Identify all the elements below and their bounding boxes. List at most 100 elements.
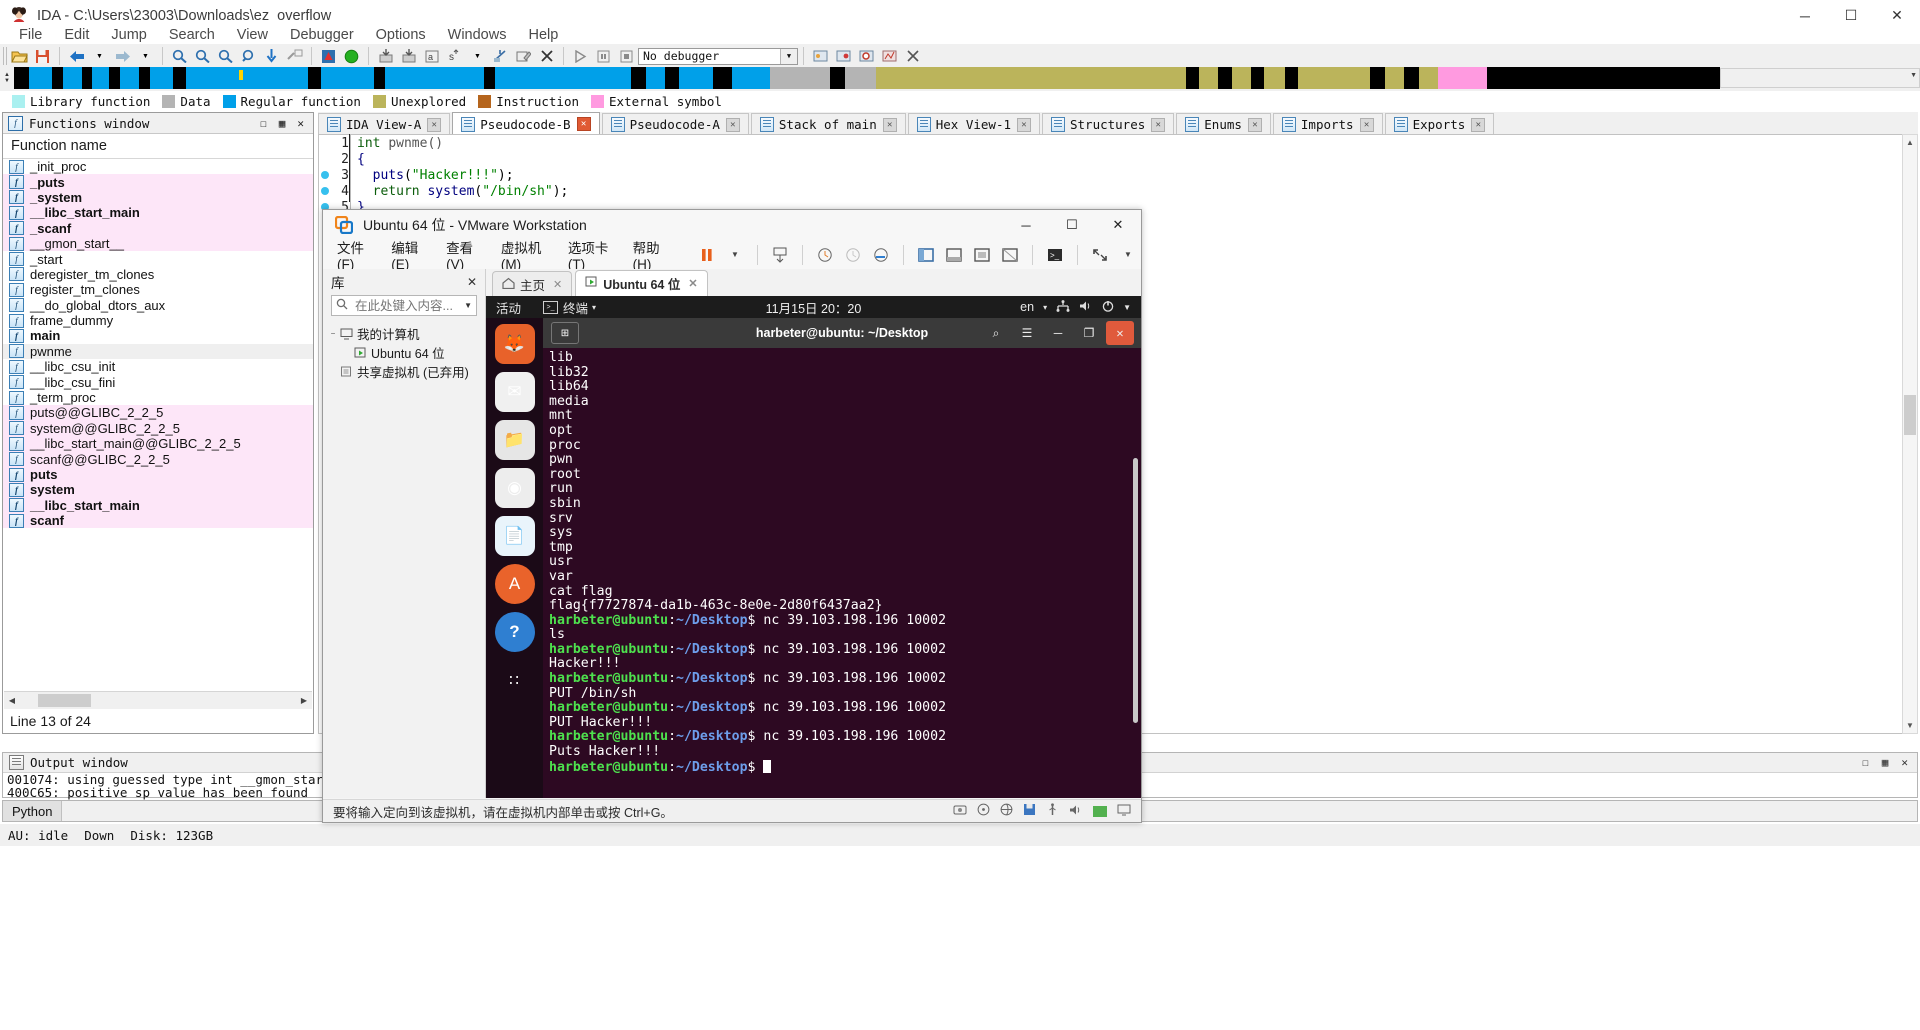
fullscreen-dropdown-icon[interactable]: ▼ xyxy=(1115,244,1141,266)
function-list-item[interactable]: f _init_proc xyxy=(3,159,313,174)
back-arrow-icon[interactable] xyxy=(66,46,87,66)
menu-item-windows[interactable]: Windows xyxy=(437,25,518,45)
navigator-overview[interactable]: ▼ xyxy=(1720,68,1920,88)
search-text-icon[interactable] xyxy=(192,46,213,66)
terminal-output[interactable]: lib lib32 lib64 media mnt opt proc pwn root run sb… xyxy=(543,348,1141,798)
function-list-item[interactable]: f __libc_start_main xyxy=(3,497,313,513)
search-next-icon[interactable] xyxy=(238,46,259,66)
menu-item-search[interactable]: Search xyxy=(158,25,226,45)
make-string-dropdown-icon[interactable]: ▼ xyxy=(467,46,488,66)
rhythmbox-icon[interactable]: ◉ xyxy=(494,468,535,508)
activities-button[interactable]: 活动 xyxy=(496,298,521,317)
python-tab[interactable]: Python xyxy=(3,801,63,821)
revert-snapshot-icon[interactable] xyxy=(840,244,866,266)
scroll-up-icon[interactable]: ▲ xyxy=(1903,135,1917,150)
float-icon[interactable]: ▦ xyxy=(1882,756,1889,769)
vm-menu-item[interactable]: 帮助(H) xyxy=(633,237,668,272)
menu-item-help[interactable]: Help xyxy=(517,25,569,45)
library-tree-item[interactable]: Ubuntu 64 位 xyxy=(323,343,485,362)
sound-icon[interactable] xyxy=(1069,804,1083,819)
ida-tab-pseudocode-a[interactable]: Pseudocode-A ✕ xyxy=(601,113,749,135)
navigator-strip[interactable] xyxy=(14,67,1720,89)
warning-icon[interactable] xyxy=(318,46,339,66)
back-dropdown-icon[interactable]: ▼ xyxy=(89,46,110,66)
vm-menu-item[interactable]: 查看(V) xyxy=(446,237,481,272)
library-close-icon[interactable]: ✕ xyxy=(467,275,477,289)
display-icon[interactable] xyxy=(1117,804,1131,819)
function-list-item[interactable]: f system@@GLIBC_2_2_5 xyxy=(3,420,313,437)
chevron-down-icon[interactable]: ▼ xyxy=(1910,72,1917,79)
search-icon[interactable]: ⌕ xyxy=(982,321,1010,345)
library-tree-item[interactable]: − 我的计算机 xyxy=(323,324,485,343)
clear-trace-icon[interactable] xyxy=(902,46,923,66)
function-list[interactable]: f _init_proc f _puts f _system f __libc_start_m… xyxy=(3,159,313,694)
function-list-item[interactable]: f puts xyxy=(3,466,313,483)
function-list-item[interactable]: f pwnme xyxy=(3,343,313,360)
chevron-down-icon[interactable]: ▼ xyxy=(464,301,472,310)
menu-item-jump[interactable]: Jump xyxy=(100,25,157,45)
pause-dropdown-icon[interactable]: ▼ xyxy=(722,244,748,266)
firefox-icon[interactable]: 🦊 xyxy=(494,324,535,364)
files-icon[interactable]: 📁 xyxy=(494,420,535,460)
debug-pause-icon[interactable] xyxy=(593,46,614,66)
tracing-icon[interactable] xyxy=(879,46,900,66)
ida-tab-imports[interactable]: Imports ✕ xyxy=(1272,113,1383,135)
menu-item-options[interactable]: Options xyxy=(365,25,437,45)
function-list-item[interactable]: f _system xyxy=(3,189,313,206)
library-search-input[interactable] xyxy=(353,297,457,314)
jump-down-icon[interactable] xyxy=(261,46,282,66)
vm-tab[interactable]: 主页 ✕ xyxy=(492,271,573,296)
network-icon[interactable] xyxy=(1056,299,1070,315)
forward-arrow-icon[interactable] xyxy=(112,46,133,66)
close-icon[interactable]: ✕ xyxy=(1151,117,1166,132)
nav-scroll-arrows[interactable]: ▲ ▼ xyxy=(0,67,14,89)
network-adapter-icon[interactable] xyxy=(1000,803,1013,819)
toolbar-grip[interactable] xyxy=(3,47,8,65)
guest-screen[interactable]: 活动 >_ 终端 ▾ 11月15日 20：20 en ▾ ▼ 🦊 ✉ 📁 ◉ 📄… xyxy=(486,296,1141,798)
function-list-item[interactable]: f frame_dummy xyxy=(3,313,313,328)
function-list-item[interactable]: f __libc_csu_init xyxy=(3,359,313,374)
hamburger-menu-icon[interactable]: ☰ xyxy=(1013,321,1041,345)
function-list-item[interactable]: f __gmon_start__ xyxy=(3,235,313,252)
close-icon[interactable]: ✕ xyxy=(725,117,740,132)
ida-tab-stack-of-main[interactable]: Stack of main ✕ xyxy=(750,113,906,135)
forward-dropdown-icon[interactable]: ▼ xyxy=(135,46,156,66)
menu-item-debugger[interactable]: Debugger xyxy=(279,25,365,45)
function-list-item[interactable]: f main xyxy=(3,328,313,343)
thunderbird-icon[interactable]: ✉ xyxy=(494,372,535,412)
function-list-item[interactable]: f system xyxy=(3,482,313,498)
power-icon[interactable] xyxy=(1102,300,1114,315)
function-list-item[interactable]: f scanf@@GLIBC_2_2_5 xyxy=(3,451,313,467)
vm-menu-item[interactable]: 编辑(E) xyxy=(391,237,426,272)
chevron-down-icon[interactable]: ▾ xyxy=(592,303,596,312)
hard-disk-icon[interactable] xyxy=(953,804,967,819)
vm-maximize-button[interactable]: ☐ xyxy=(1049,210,1095,240)
library-tree-item[interactable]: 共享虚拟机 (已弃用) xyxy=(323,362,485,381)
terminal-close-button[interactable]: ✕ xyxy=(1106,321,1134,345)
make-string-icon[interactable]: s xyxy=(444,46,465,66)
function-list-item[interactable]: f puts@@GLIBC_2_2_5 xyxy=(3,405,313,421)
restore-icon[interactable]: ☐ xyxy=(260,117,267,130)
keyboard-layout-label[interactable]: en xyxy=(1020,300,1034,314)
vm-close-button[interactable]: ✕ xyxy=(1095,210,1141,240)
fullscreen-icon[interactable] xyxy=(1087,244,1113,266)
close-icon[interactable]: ✕ xyxy=(882,117,897,132)
ida-tab-exports[interactable]: Exports ✕ xyxy=(1384,113,1495,135)
save-icon[interactable] xyxy=(32,46,53,66)
ida-tab-structures[interactable]: Structures ✕ xyxy=(1042,113,1175,135)
terminal-maximize-button[interactable]: ❐ xyxy=(1075,321,1103,345)
open-file-icon[interactable] xyxy=(9,46,30,66)
hscroll-thumb[interactable] xyxy=(38,694,91,707)
terminal-window[interactable]: ⊞ harbeter@ubuntu: ~/Desktop ⌕ ☰ ─ ❐ ✕ l… xyxy=(543,318,1141,798)
debugger-select[interactable]: No debugger ▼ xyxy=(638,47,798,65)
library-search-box[interactable]: ▼ xyxy=(331,295,477,316)
edit-function-icon[interactable] xyxy=(513,46,534,66)
ida-tab-enums[interactable]: Enums ✕ xyxy=(1176,113,1271,135)
vm-menu-item[interactable]: 选项卡(T) xyxy=(568,237,613,272)
gnome-dock[interactable]: 🦊 ✉ 📁 ◉ 📄 A? ∷ xyxy=(486,318,543,798)
jump-xref-icon[interactable] xyxy=(284,46,305,66)
ida-tab-pseudocode-b[interactable]: Pseudocode-B ✕ xyxy=(452,112,600,135)
fit-guest-icon[interactable] xyxy=(969,244,995,266)
function-list-item[interactable]: f __libc_start_main@@GLIBC_2_2_5 xyxy=(3,436,313,452)
send-ctrl-alt-del-icon[interactable] xyxy=(767,244,793,266)
